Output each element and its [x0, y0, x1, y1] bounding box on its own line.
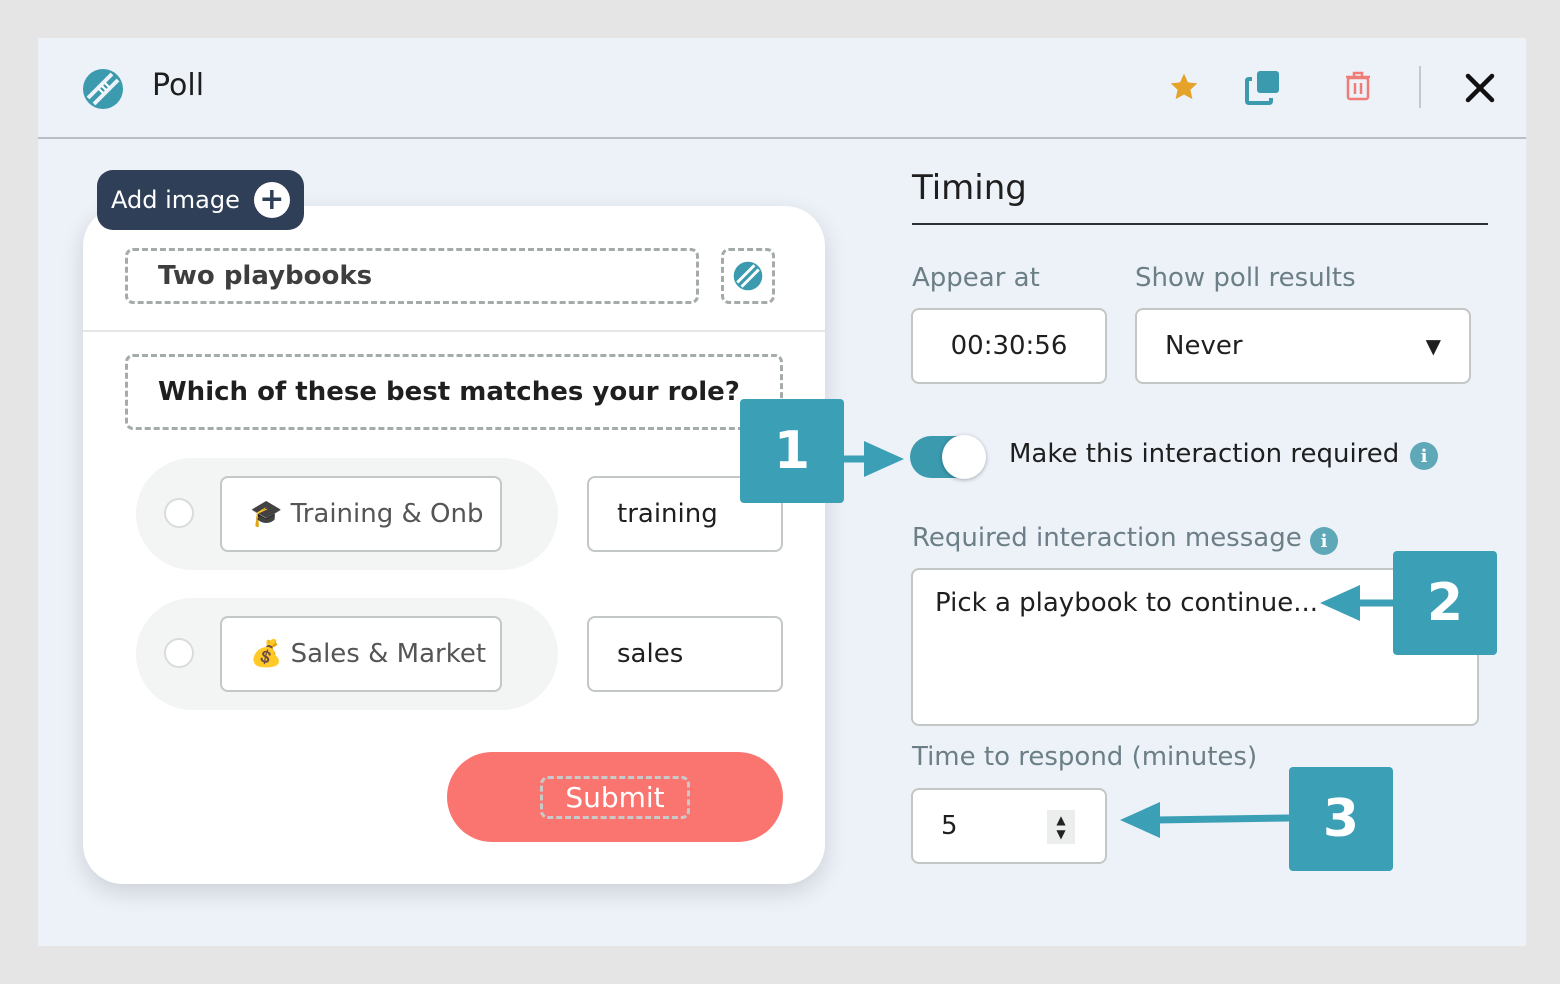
show-results-value: Never	[1165, 331, 1243, 361]
close-icon[interactable]	[1460, 68, 1500, 108]
option-value-input[interactable]: sales	[587, 616, 783, 692]
timing-heading: Timing	[912, 168, 1027, 208]
submit-button[interactable]: Submit	[447, 752, 783, 842]
trash-icon[interactable]	[1340, 68, 1376, 104]
spinner-down-icon[interactable]: ▼	[1056, 827, 1065, 841]
card-divider	[83, 330, 825, 332]
option-label-text: Training & Onb	[290, 499, 484, 529]
poll-logo-button[interactable]	[721, 248, 775, 304]
callout-arrow-3	[1120, 802, 1160, 838]
submit-label[interactable]: Submit	[540, 775, 690, 819]
required-toggle[interactable]	[910, 435, 986, 479]
poll-editor-panel: Poll Add image + Two playbooks Which of …	[38, 38, 1526, 946]
money-bag-icon: 💰	[250, 639, 283, 669]
football-icon	[733, 261, 763, 291]
header-divider	[1419, 66, 1421, 108]
time-to-respond-input[interactable]: 5 ▲ ▼	[911, 788, 1107, 864]
panel-title: Poll	[152, 68, 205, 103]
poll-card: Two playbooks Which of these best matche…	[83, 206, 825, 884]
football-icon	[82, 68, 124, 110]
appear-at-input[interactable]: 00:30:56	[911, 308, 1107, 384]
required-message-label: Required interaction message	[912, 523, 1302, 553]
poll-name-field[interactable]: Two playbooks	[125, 248, 699, 304]
info-icon[interactable]: i	[1310, 527, 1338, 555]
caret-down-icon: ▼	[1425, 334, 1441, 358]
time-to-respond-value: 5	[941, 811, 958, 841]
required-toggle-label: Make this interaction required	[1009, 439, 1400, 469]
option-label-input[interactable]: 🎓 Training & Onb	[220, 476, 502, 552]
option-label-input[interactable]: 💰 Sales & Market	[220, 616, 502, 692]
time-to-respond-label: Time to respond (minutes)	[912, 742, 1258, 772]
duplicate-icon[interactable]	[1242, 66, 1284, 108]
spinner-up-icon[interactable]: ▲	[1056, 813, 1065, 827]
callout-arrow-1	[864, 441, 904, 477]
add-image-button[interactable]: Add image +	[97, 170, 304, 230]
show-results-label: Show poll results	[1135, 263, 1356, 293]
option-row: 💰 Sales & Market	[136, 598, 558, 710]
graduation-cap-icon: 🎓	[250, 499, 283, 529]
toggle-knob	[942, 435, 986, 479]
add-image-label: Add image	[111, 186, 240, 214]
star-icon[interactable]	[1165, 68, 1203, 106]
header-bar: Poll	[38, 38, 1526, 139]
callout-badge-3: 3	[1289, 767, 1393, 871]
question-field[interactable]: Which of these best matches your role?	[125, 354, 783, 430]
timing-underline	[912, 223, 1488, 225]
option-label-text: Sales & Market	[290, 639, 487, 669]
number-spinner[interactable]: ▲ ▼	[1047, 810, 1075, 844]
plus-icon: +	[253, 182, 290, 218]
info-icon[interactable]: i	[1410, 442, 1438, 470]
show-results-select[interactable]: Never ▼	[1135, 308, 1471, 384]
option-radio[interactable]	[164, 498, 194, 528]
appear-at-label: Appear at	[912, 263, 1040, 293]
callout-badge-2: 2	[1393, 551, 1497, 655]
option-radio[interactable]	[164, 638, 194, 668]
option-row: 🎓 Training & Onb	[136, 458, 558, 570]
callout-badge-1: 1	[740, 399, 844, 503]
